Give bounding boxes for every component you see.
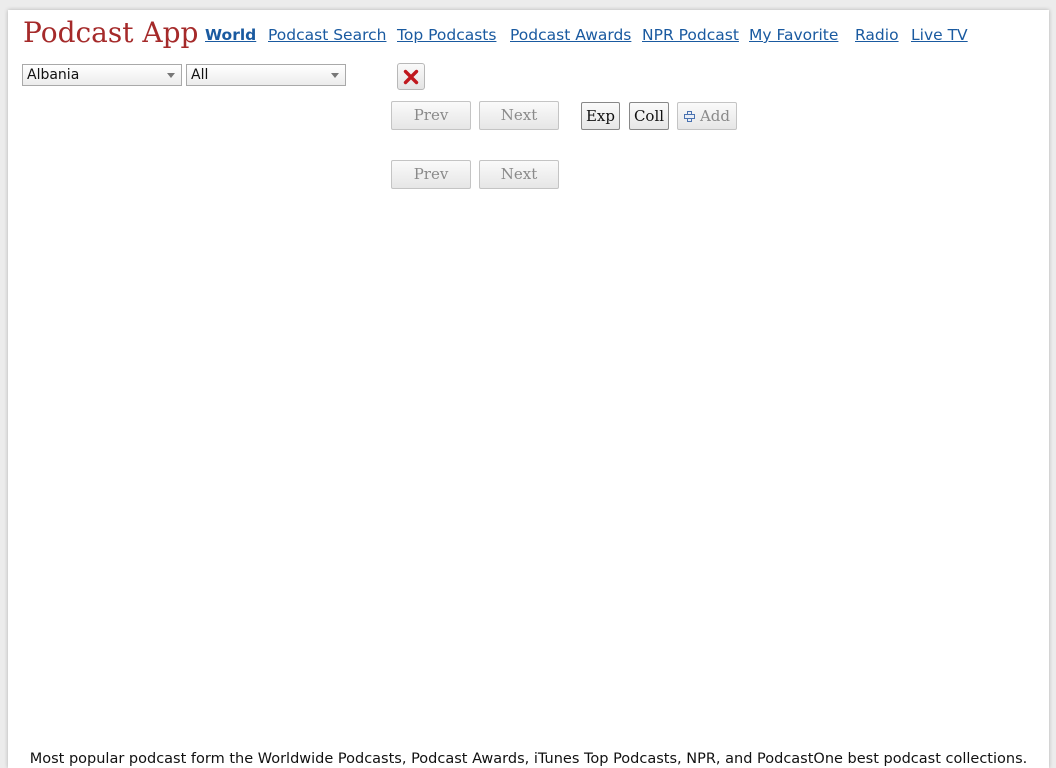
country-select-value: Albania — [27, 67, 80, 83]
country-select[interactable]: Albania — [22, 64, 182, 86]
nav-podcast-search[interactable]: Podcast Search — [268, 26, 386, 44]
page-container: Podcast App World Podcast Search Top Pod… — [8, 10, 1049, 768]
app-title: Podcast App — [23, 16, 199, 49]
collapse-button[interactable]: Coll — [629, 102, 669, 130]
nav-npr-podcast[interactable]: NPR Podcast — [642, 26, 739, 44]
add-button[interactable]: Add — [677, 102, 737, 130]
nav-radio[interactable]: Radio — [855, 26, 899, 44]
prev-button-bottom[interactable]: Prev — [391, 160, 471, 189]
chevron-down-icon — [167, 73, 175, 78]
close-icon — [403, 69, 419, 85]
nav-podcast-awards[interactable]: Podcast Awards — [510, 26, 631, 44]
add-button-label: Add — [699, 107, 731, 125]
nav-top-podcasts[interactable]: Top Podcasts — [397, 26, 496, 44]
close-button[interactable] — [397, 63, 425, 90]
plus-icon — [683, 111, 695, 122]
next-button[interactable]: Next — [479, 101, 559, 130]
footer-text: Most popular podcast form the Worldwide … — [29, 751, 1028, 767]
nav-world[interactable]: World — [205, 26, 256, 44]
category-select[interactable]: All — [186, 64, 346, 86]
next-button-bottom[interactable]: Next — [479, 160, 559, 189]
chevron-down-icon — [331, 73, 339, 78]
category-select-value: All — [191, 67, 209, 83]
nav-live-tv[interactable]: Live TV — [911, 26, 968, 44]
prev-button[interactable]: Prev — [391, 101, 471, 130]
expand-button[interactable]: Exp — [581, 102, 620, 130]
nav-my-favorite[interactable]: My Favorite — [749, 26, 838, 44]
